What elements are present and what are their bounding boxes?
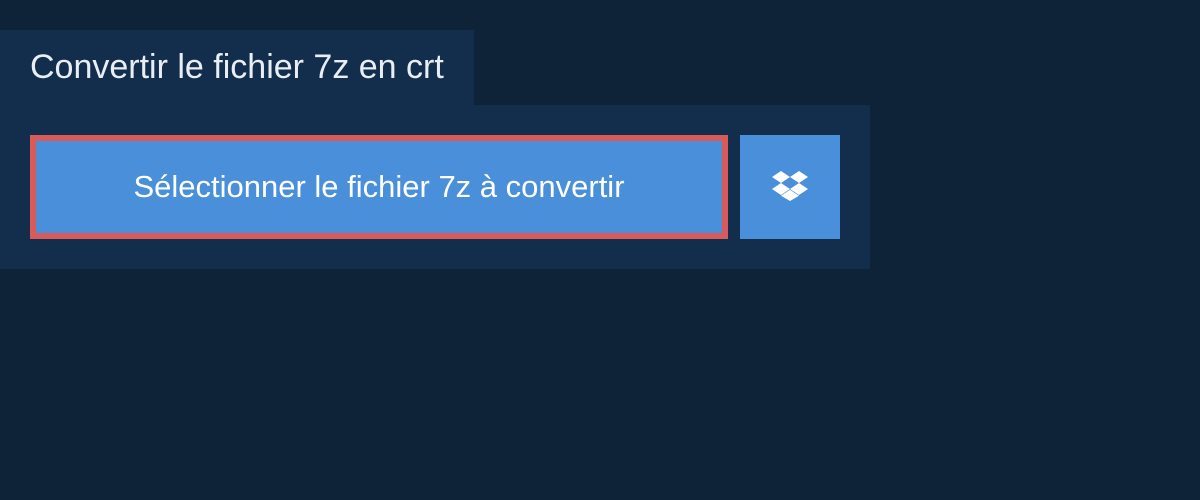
dropbox-button[interactable] <box>740 135 840 239</box>
header-tab: Convertir le fichier 7z en crt <box>0 30 474 105</box>
page-title: Convertir le fichier 7z en crt <box>30 48 444 87</box>
dropbox-icon <box>772 168 808 207</box>
select-file-button[interactable]: Sélectionner le fichier 7z à convertir <box>30 135 728 239</box>
upload-panel: Sélectionner le fichier 7z à convertir <box>0 105 870 269</box>
